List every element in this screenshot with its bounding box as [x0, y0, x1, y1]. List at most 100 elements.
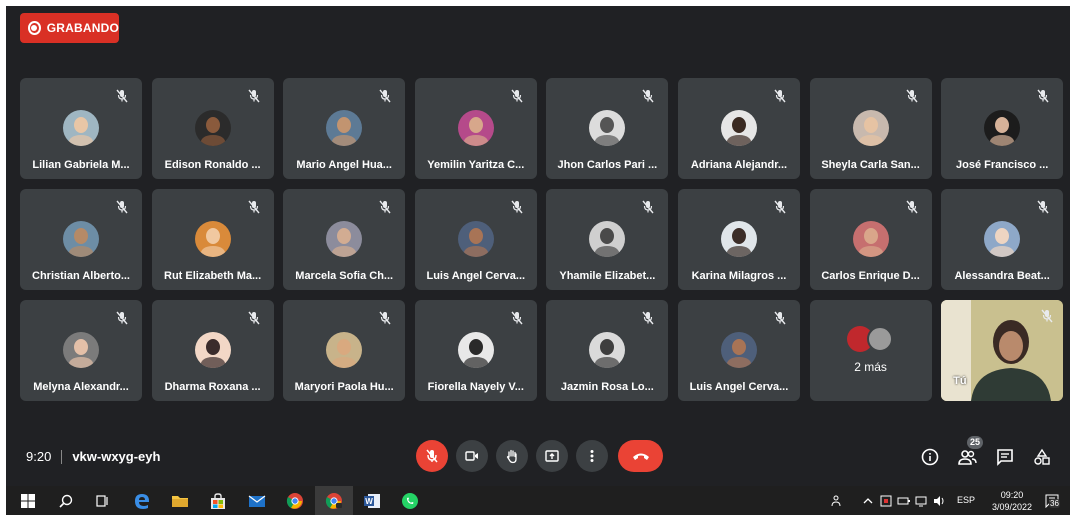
mic-off-icon — [1035, 88, 1051, 104]
participant-grid: Lilian Gabriela M... Edison Ronaldo ... Ma… — [20, 78, 1064, 401]
search-icon[interactable] — [56, 491, 76, 511]
activities-button[interactable] — [1031, 446, 1053, 468]
windows-start-icon[interactable] — [18, 491, 38, 511]
mic-off-icon — [640, 88, 656, 104]
meet-window: GRABANDO Lilian Gabriela M... Edison Rona… — [6, 6, 1070, 486]
mic-off-icon — [377, 199, 393, 215]
people-button[interactable] — [956, 446, 978, 468]
avatar — [720, 110, 757, 146]
avatar — [194, 332, 231, 368]
people-tray-icon[interactable] — [828, 491, 848, 511]
participant-tile[interactable]: Mario Angel Hua... — [283, 78, 406, 179]
mic-off-icon — [772, 199, 788, 215]
participant-tile[interactable]: Jazmin Rosa Lo... — [546, 300, 669, 401]
mic-off-icon — [246, 199, 262, 215]
participant-tile[interactable]: Alessandra Beat... — [941, 189, 1064, 290]
participant-name: Luis Angel Cerva... — [689, 381, 789, 393]
more-label: 2 más — [854, 360, 887, 374]
participant-tile[interactable]: Jhon Carlos Pari ... — [546, 78, 669, 179]
participant-name: Edison Ronaldo ... — [164, 159, 261, 171]
participant-name: Maryori Paola Hu... — [294, 381, 394, 393]
battery-icon[interactable] — [894, 491, 914, 511]
mic-off-icon — [377, 88, 393, 104]
chrome-icon[interactable] — [285, 491, 305, 511]
network-icon[interactable] — [912, 491, 932, 511]
participant-tile[interactable]: Carlos Enrique D... — [809, 189, 932, 290]
participant-tile[interactable]: Dharma Roxana ... — [151, 300, 274, 401]
chat-icon — [997, 449, 1013, 466]
participant-tile[interactable]: Christian Alberto... — [20, 189, 142, 290]
participant-tile[interactable]: Marcela Sofia Ch... — [283, 189, 406, 290]
chevron-up-icon[interactable] — [858, 491, 878, 511]
participant-tile[interactable]: Luis Angel Cerva... — [677, 300, 800, 401]
edge-browser-icon[interactable] — [132, 491, 152, 511]
participant-tile[interactable]: Adriana Alejandr... — [677, 78, 800, 179]
mic-off-icon — [246, 310, 262, 326]
participant-name: Jazmin Rosa Lo... — [560, 381, 654, 393]
participant-tile[interactable]: Fiorella Nayely V... — [414, 300, 537, 401]
participant-name: Karina Milagros ... — [691, 270, 787, 282]
avatar — [326, 332, 363, 368]
participant-tile[interactable]: Edison Ronaldo ... — [151, 78, 274, 179]
avatar — [852, 110, 889, 146]
participant-tile[interactable]: Yhamile Elizabet... — [546, 189, 669, 290]
avatar — [194, 221, 231, 257]
raise-hand-button[interactable] — [496, 440, 528, 472]
word-icon[interactable]: W — [362, 491, 382, 511]
activities-icon — [1034, 448, 1050, 465]
mic-off-icon — [246, 88, 262, 104]
chrome-meet-icon[interactable] — [324, 491, 344, 511]
hangup-icon — [632, 453, 649, 460]
avatar — [457, 110, 494, 146]
mic-off-icon — [114, 88, 130, 104]
leave-call-button[interactable] — [618, 440, 663, 472]
mic-off-icon — [509, 310, 525, 326]
avatar — [194, 110, 231, 146]
avatar — [720, 332, 757, 368]
present-screen-button[interactable] — [536, 440, 568, 472]
participant-tile[interactable]: Sheyla Carla San... — [809, 78, 932, 179]
file-explorer-icon[interactable] — [170, 491, 190, 511]
mic-off-icon — [426, 449, 438, 463]
video-icon — [465, 451, 478, 461]
more-participants-tile[interactable]: 2 más — [809, 300, 932, 401]
system-clock[interactable]: 09:20 3/09/2022 — [988, 489, 1036, 513]
mic-off-icon — [1035, 199, 1051, 215]
avatar — [326, 110, 363, 146]
participant-tile[interactable]: Maryori Paola Hu... — [283, 300, 406, 401]
avatar — [984, 110, 1021, 146]
self-video-tile[interactable]: Tú — [941, 300, 1064, 401]
language-indicator[interactable]: ESP — [957, 495, 975, 505]
mail-icon[interactable] — [247, 491, 267, 511]
meeting-info-button[interactable] — [919, 446, 941, 468]
participant-tile[interactable]: Luis Angel Cerva... — [414, 189, 537, 290]
participant-tile[interactable]: Lilian Gabriela M... — [20, 78, 142, 179]
volume-icon[interactable] — [930, 491, 950, 511]
avatar — [63, 110, 99, 146]
store-icon[interactable] — [208, 491, 228, 511]
participant-name: Alessandra Beat... — [954, 270, 1050, 282]
task-view-icon[interactable] — [92, 491, 112, 511]
participant-tile[interactable]: Karina Milagros ... — [677, 189, 800, 290]
camera-toggle-button[interactable] — [456, 440, 488, 472]
divider — [61, 449, 63, 464]
avatar — [589, 110, 626, 146]
participant-name: Mario Angel Hua... — [296, 159, 392, 171]
participant-tile[interactable]: Rut Elizabeth Ma... — [151, 189, 274, 290]
chat-button[interactable] — [994, 446, 1016, 468]
mic-toggle-button[interactable] — [416, 440, 448, 472]
participant-tile[interactable]: José Francisco ... — [941, 78, 1064, 179]
meeting-details: 9:20 vkw-wxyg-eyh — [26, 449, 160, 464]
more-options-button[interactable] — [576, 440, 608, 472]
participant-name: Jhon Carlos Pari ... — [557, 159, 658, 171]
participant-name: Sheyla Carla San... — [821, 159, 920, 171]
participant-name: Rut Elizabeth Ma... — [164, 270, 262, 282]
tray-apps-icon[interactable] — [876, 491, 896, 511]
self-label: Tú — [953, 375, 967, 387]
participant-tile[interactable]: Yemilin Yaritza C... — [414, 78, 537, 179]
participant-name: Yemilin Yaritza C... — [427, 159, 525, 171]
mic-off-icon — [640, 310, 656, 326]
participant-tile[interactable]: Melyna Alexandr... — [20, 300, 142, 401]
whatsapp-icon[interactable] — [400, 491, 420, 511]
mic-off-icon — [114, 310, 130, 326]
